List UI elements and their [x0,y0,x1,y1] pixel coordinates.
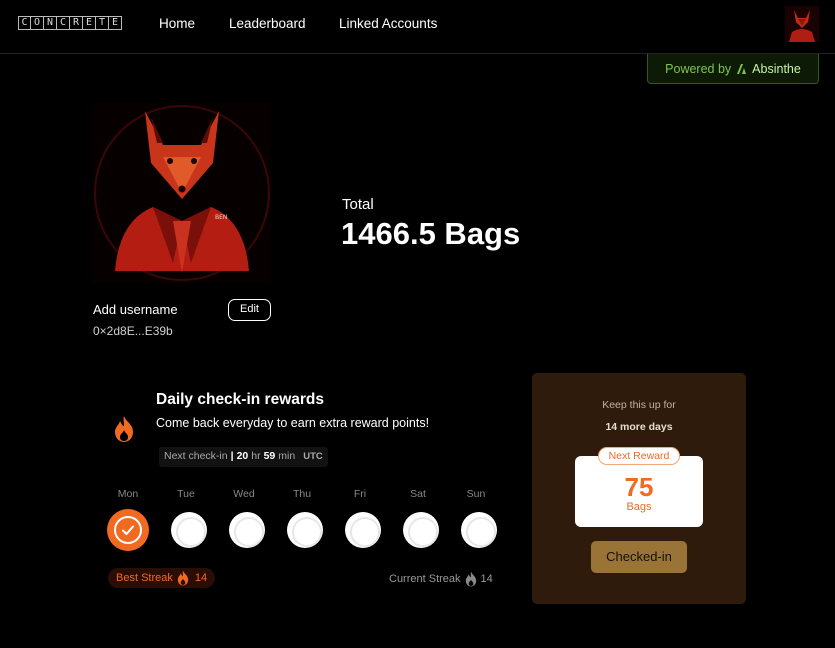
total-label: Total [342,196,374,213]
best-streak-value: 14 [194,572,208,584]
concrete-logo[interactable]: CONCRETE [18,16,122,30]
day-label: Wed [233,488,255,500]
top-navbar: CONCRETE Home Leaderboard Linked Account… [0,0,835,54]
edit-username-button[interactable]: Edit [228,299,271,321]
next-checkin-hours: 20 [236,450,249,462]
absinthe-logo-icon [737,63,747,74]
logo-letter: E [109,16,122,30]
powered-by-label: Powered by [665,61,732,76]
day-label: Fri [353,488,367,500]
logo-letter: C [57,16,70,30]
svg-text:BEN: BEN [215,214,227,221]
check-ring [114,516,142,544]
next-checkin-timezone: UTC [303,451,323,462]
powered-by-badge[interactable]: Powered by Absinthe [647,54,819,84]
nav-linked-accounts[interactable]: Linked Accounts [339,16,437,31]
current-streak: Current Streak 14 [389,571,493,587]
more-days-text: 14 more days [605,421,673,433]
day-checked-circle [107,509,149,551]
keep-up-text: Keep this up for [602,399,676,411]
reward-card: Keep this up for 14 more days Next Rewar… [532,373,746,604]
current-streak-value: 14 [480,573,493,585]
next-checkin-min-unit: min [278,450,296,462]
checked-in-button[interactable]: Checked-in [591,541,687,573]
day-unchecked-circle [287,512,323,548]
next-reward-unit: Bags [626,501,652,513]
logo-letter: N [44,16,57,30]
flame-icon [177,570,189,586]
flame-icon [465,571,476,587]
next-checkin-timer: Next check-in | 20 hr 59 min UTC [159,447,328,467]
username-label: Add username [93,302,178,317]
best-streak-badge: Best Streak 14 [108,568,216,588]
total-value: 1466.5 Bags [341,216,521,251]
day-label: Mon [117,488,139,500]
daily-checkin-subtitle: Come back everyday to earn extra reward … [156,416,430,430]
profile-avatar: BEN [93,103,271,283]
day-label: Thu [292,488,312,500]
logo-letter: O [31,16,44,30]
next-checkin-label: Next check-in [164,450,228,462]
nav-home[interactable]: Home [159,16,195,31]
day-unchecked-circle [461,512,497,548]
nav-leaderboard[interactable]: Leaderboard [229,16,306,31]
next-checkin-hr-unit: hr [251,450,261,462]
logo-letter: E [83,16,96,30]
next-reward-tag: Next Reward [598,447,680,465]
day-label: Sun [466,488,486,500]
logo-letter: C [18,16,31,30]
flame-icon [115,416,133,442]
next-checkin-minutes: 59 [263,450,276,462]
day-unchecked-circle [229,512,265,548]
check-icon [122,525,134,535]
best-streak-label: Best Streak [116,572,173,584]
logo-letter: T [96,16,109,30]
day-unchecked-circle [345,512,381,548]
next-checkin-separator: | [230,450,234,462]
current-streak-label: Current Streak [389,573,461,585]
day-unchecked-circle [171,512,207,548]
next-reward-amount: 75 [624,472,654,502]
day-label: Tue [177,488,195,500]
powered-by-brand: Absinthe [752,61,801,76]
day-unchecked-circle [403,512,439,548]
logo-letter: R [70,16,83,30]
day-label: Sat [410,488,426,500]
wallet-address: 0×2d8E...E39b [93,324,173,338]
user-avatar-icon[interactable] [785,6,819,42]
daily-checkin-title: Daily check-in rewards [156,391,324,408]
